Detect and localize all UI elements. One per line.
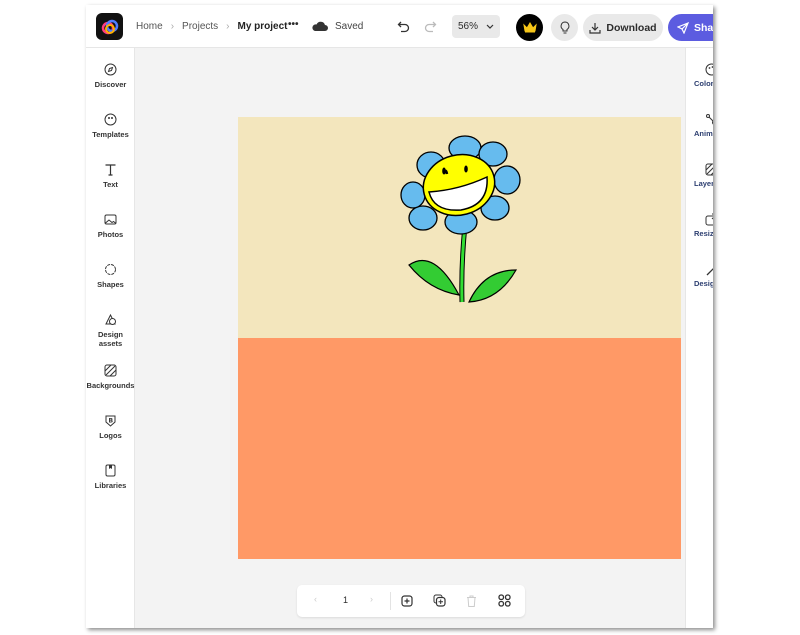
share-button[interactable]: Share xyxy=(668,14,713,41)
sidebar-item-discover[interactable]: Discover xyxy=(86,63,135,89)
sidebar-item-backgrounds[interactable]: Backgrounds xyxy=(86,364,135,390)
sidebar-label: Layers xyxy=(694,179,713,188)
sidebar-label: Resize xyxy=(694,229,713,238)
sidebar-item-resize[interactable]: Resize xyxy=(686,213,713,238)
sidebar-item-design-assets[interactable]: Design assets xyxy=(86,313,135,348)
project-title[interactable]: My project xyxy=(238,21,288,32)
creative-cloud-logo-icon xyxy=(101,19,118,34)
compass-icon xyxy=(104,63,117,76)
duplicate-page-icon[interactable] xyxy=(433,594,446,607)
background-bottom-section[interactable] xyxy=(238,338,681,559)
previous-page-icon[interactable]: ‹ xyxy=(314,594,317,604)
layers-icon xyxy=(705,163,713,176)
sidebar-item-logos[interactable]: B Logos xyxy=(86,414,135,440)
sidebar-item-layers[interactable]: Layers xyxy=(686,163,713,188)
chevron-right-icon: › xyxy=(226,21,230,32)
chevron-right-icon: › xyxy=(170,21,175,32)
share-label: Share xyxy=(694,21,713,34)
sidebar-label: Logos xyxy=(99,431,122,440)
right-sidebar: Colors Animate Layers Resize Design xyxy=(685,48,713,628)
sidebar-label: Photos xyxy=(97,230,124,239)
sidebar-label: Colors xyxy=(694,79,713,88)
sidebar-label: Text xyxy=(103,180,118,189)
crown-icon xyxy=(522,22,537,33)
send-icon xyxy=(677,21,689,34)
sidebar-item-design[interactable]: Design xyxy=(686,263,713,288)
sidebar-item-templates[interactable]: Templates xyxy=(86,113,135,139)
cloud-icon xyxy=(312,21,328,31)
save-status: Saved xyxy=(335,21,364,32)
sidebar-label: Backgrounds xyxy=(86,381,135,390)
shapes-icon xyxy=(105,264,116,275)
delete-page-icon[interactable] xyxy=(466,595,477,607)
sidebar-label: Discover xyxy=(94,80,127,89)
redo-icon[interactable] xyxy=(424,20,437,33)
sidebar-item-shapes[interactable]: Shapes xyxy=(86,263,135,289)
download-icon xyxy=(589,22,602,34)
sidebar-item-colors[interactable]: Colors xyxy=(686,63,713,88)
resize-icon xyxy=(705,213,713,226)
breadcrumb-home[interactable]: Home xyxy=(136,21,163,32)
sidebar-label: Libraries xyxy=(94,481,127,490)
next-page-icon[interactable]: › xyxy=(370,594,373,604)
sidebar-item-text[interactable]: Text xyxy=(86,163,135,189)
divider xyxy=(390,592,391,610)
palette-icon xyxy=(705,63,713,76)
sidebar-item-animate[interactable]: Animate xyxy=(686,113,713,138)
grid-view-icon[interactable] xyxy=(498,594,511,607)
svg-text:B: B xyxy=(109,418,114,425)
more-options-button[interactable]: ••• xyxy=(288,19,299,30)
sidebar-label: Templates xyxy=(92,130,129,139)
magic-wand-icon xyxy=(706,268,713,276)
sidebar-item-libraries[interactable]: Libraries xyxy=(86,464,135,490)
download-button[interactable]: Download xyxy=(583,14,663,41)
app-window: Home › Projects › My project ••• Saved 5… xyxy=(86,5,713,628)
animate-icon xyxy=(706,114,713,125)
logo-badge-icon: B xyxy=(105,415,116,427)
sidebar-label: Animate xyxy=(694,129,713,138)
tips-button[interactable] xyxy=(551,14,578,41)
page-navigator: ‹ 1 › xyxy=(297,585,525,617)
sidebar-label: Design xyxy=(694,279,713,288)
zoom-dropdown[interactable]: 56% xyxy=(452,15,500,38)
app-logo[interactable] xyxy=(96,13,123,40)
sidebar-item-photos[interactable]: Photos xyxy=(86,213,135,239)
templates-icon xyxy=(104,113,117,126)
zoom-level: 56% xyxy=(457,21,478,32)
breadcrumb: Home › Projects › My project xyxy=(136,5,288,48)
breadcrumb-projects[interactable]: Projects xyxy=(182,21,218,32)
premium-button[interactable] xyxy=(516,14,543,41)
image-icon xyxy=(104,214,117,225)
text-icon xyxy=(105,164,116,176)
sidebar-label: Shapes xyxy=(97,280,124,289)
artboard[interactable] xyxy=(238,117,681,559)
chevron-down-icon xyxy=(486,24,494,29)
library-icon xyxy=(105,464,116,477)
sidebar-label: Design assets xyxy=(97,330,123,348)
top-bar: Home › Projects › My project ••• Saved 5… xyxy=(86,5,713,48)
canvas-area: ‹ 1 › xyxy=(135,48,685,628)
download-label: Download xyxy=(606,21,657,34)
backgrounds-icon xyxy=(104,364,117,377)
design-assets-icon xyxy=(105,313,116,325)
add-page-icon[interactable] xyxy=(401,595,413,607)
smiling-flower-image[interactable] xyxy=(389,130,529,310)
left-sidebar: Discover Templates Text Photos Shapes De… xyxy=(86,48,135,628)
lightbulb-icon xyxy=(560,21,569,34)
page-number: 1 xyxy=(343,595,349,605)
undo-icon[interactable] xyxy=(397,20,410,33)
